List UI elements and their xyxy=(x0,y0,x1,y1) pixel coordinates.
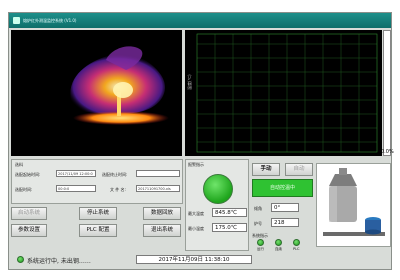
exit-system-button[interactable]: 退出系统 xyxy=(143,224,181,237)
title-bar: 熔炉红外测温监控系统 (V1.0) xyxy=(9,13,391,28)
furnace-illustration xyxy=(316,163,391,247)
app-icon xyxy=(13,17,20,24)
continuous-indicator-light xyxy=(275,239,282,246)
tilt-angle-label: 倾角 xyxy=(254,206,262,211)
min-temp-value: 175.0℃ xyxy=(212,223,247,232)
plc-indicator-light xyxy=(293,239,300,246)
window-title: 熔炉红外测温监控系统 (V1.0) xyxy=(23,18,77,23)
max-temp-value: 845.8℃ xyxy=(212,208,247,217)
main-window: 熔炉红外测温监控系统 (V1.0) 温度(℃) 0.0% 选料 选配起始时间: … xyxy=(8,12,394,270)
run-indicator-light xyxy=(257,239,264,246)
level-gauge xyxy=(383,30,391,156)
manual-mode-button[interactable]: 手动 xyxy=(252,163,280,176)
plc-config-button[interactable]: PLC 配置 xyxy=(79,224,117,237)
duration-field[interactable]: 00:0:0 xyxy=(56,185,96,192)
file-name-label: 文 件 名: xyxy=(110,187,126,192)
chart-plot: 温度(℃) xyxy=(186,33,378,153)
start-system-button[interactable]: 启动系统 xyxy=(11,207,47,220)
stop-system-button[interactable]: 停止系统 xyxy=(79,207,117,220)
thermal-image xyxy=(11,30,182,156)
end-time-label: 选配终止时间: xyxy=(102,172,128,177)
alarm-indicator-light xyxy=(203,174,233,204)
param-settings-button[interactable]: 参数设置 xyxy=(11,224,47,237)
tilt-angle-value: 0° xyxy=(271,203,299,212)
status-indicator-icon xyxy=(17,256,24,263)
status-message: 系统运行中, 未出钢…… xyxy=(27,258,91,265)
alarm-label: 报警指示 xyxy=(188,162,204,167)
alarm-panel: 报警指示 最大温度 845.8℃ 最小温度 175.0℃ xyxy=(185,159,249,251)
min-temp-label: 最小温度 xyxy=(188,226,204,231)
params-panel: 选料 选配起始时间: 2017/11/09 12:00:0 选配终止时间: 选配… xyxy=(11,159,183,204)
run-indicator-label: 运行 xyxy=(257,247,264,251)
start-time-label: 选配起始时间: xyxy=(15,172,41,177)
gauge-percent: 0.0% xyxy=(381,149,394,155)
auto-control-status: 自动控温中 xyxy=(252,179,313,197)
status-datetime: 2017年11月09日 11:38:10 xyxy=(136,255,252,264)
chart-grid xyxy=(197,34,377,152)
start-time-field[interactable]: 2017/11/09 12:00:0 xyxy=(56,170,96,177)
continuous-indicator-label: 连续 xyxy=(275,247,282,251)
temperature-chart: 温度(℃) xyxy=(185,30,382,156)
auto-mode-button[interactable]: 自动 xyxy=(285,163,313,176)
file-name-field[interactable]: 201711091700.xls xyxy=(136,185,180,192)
furnace-no-value: 218 xyxy=(271,218,299,227)
data-replay-button[interactable]: 数据回放 xyxy=(143,207,181,220)
thermal-visual xyxy=(70,46,169,125)
duration-label: 选配时间: xyxy=(15,187,33,192)
params-section-label: 选料 xyxy=(15,162,23,167)
furnace-graphic xyxy=(323,168,385,236)
furnace-no-label: 炉号 xyxy=(254,221,262,226)
max-temp-label: 最大温度 xyxy=(188,211,204,216)
end-time-field[interactable] xyxy=(136,170,180,177)
chart-ylabel: 温度(℃) xyxy=(186,74,192,90)
plc-indicator-label: PLC xyxy=(293,247,300,251)
